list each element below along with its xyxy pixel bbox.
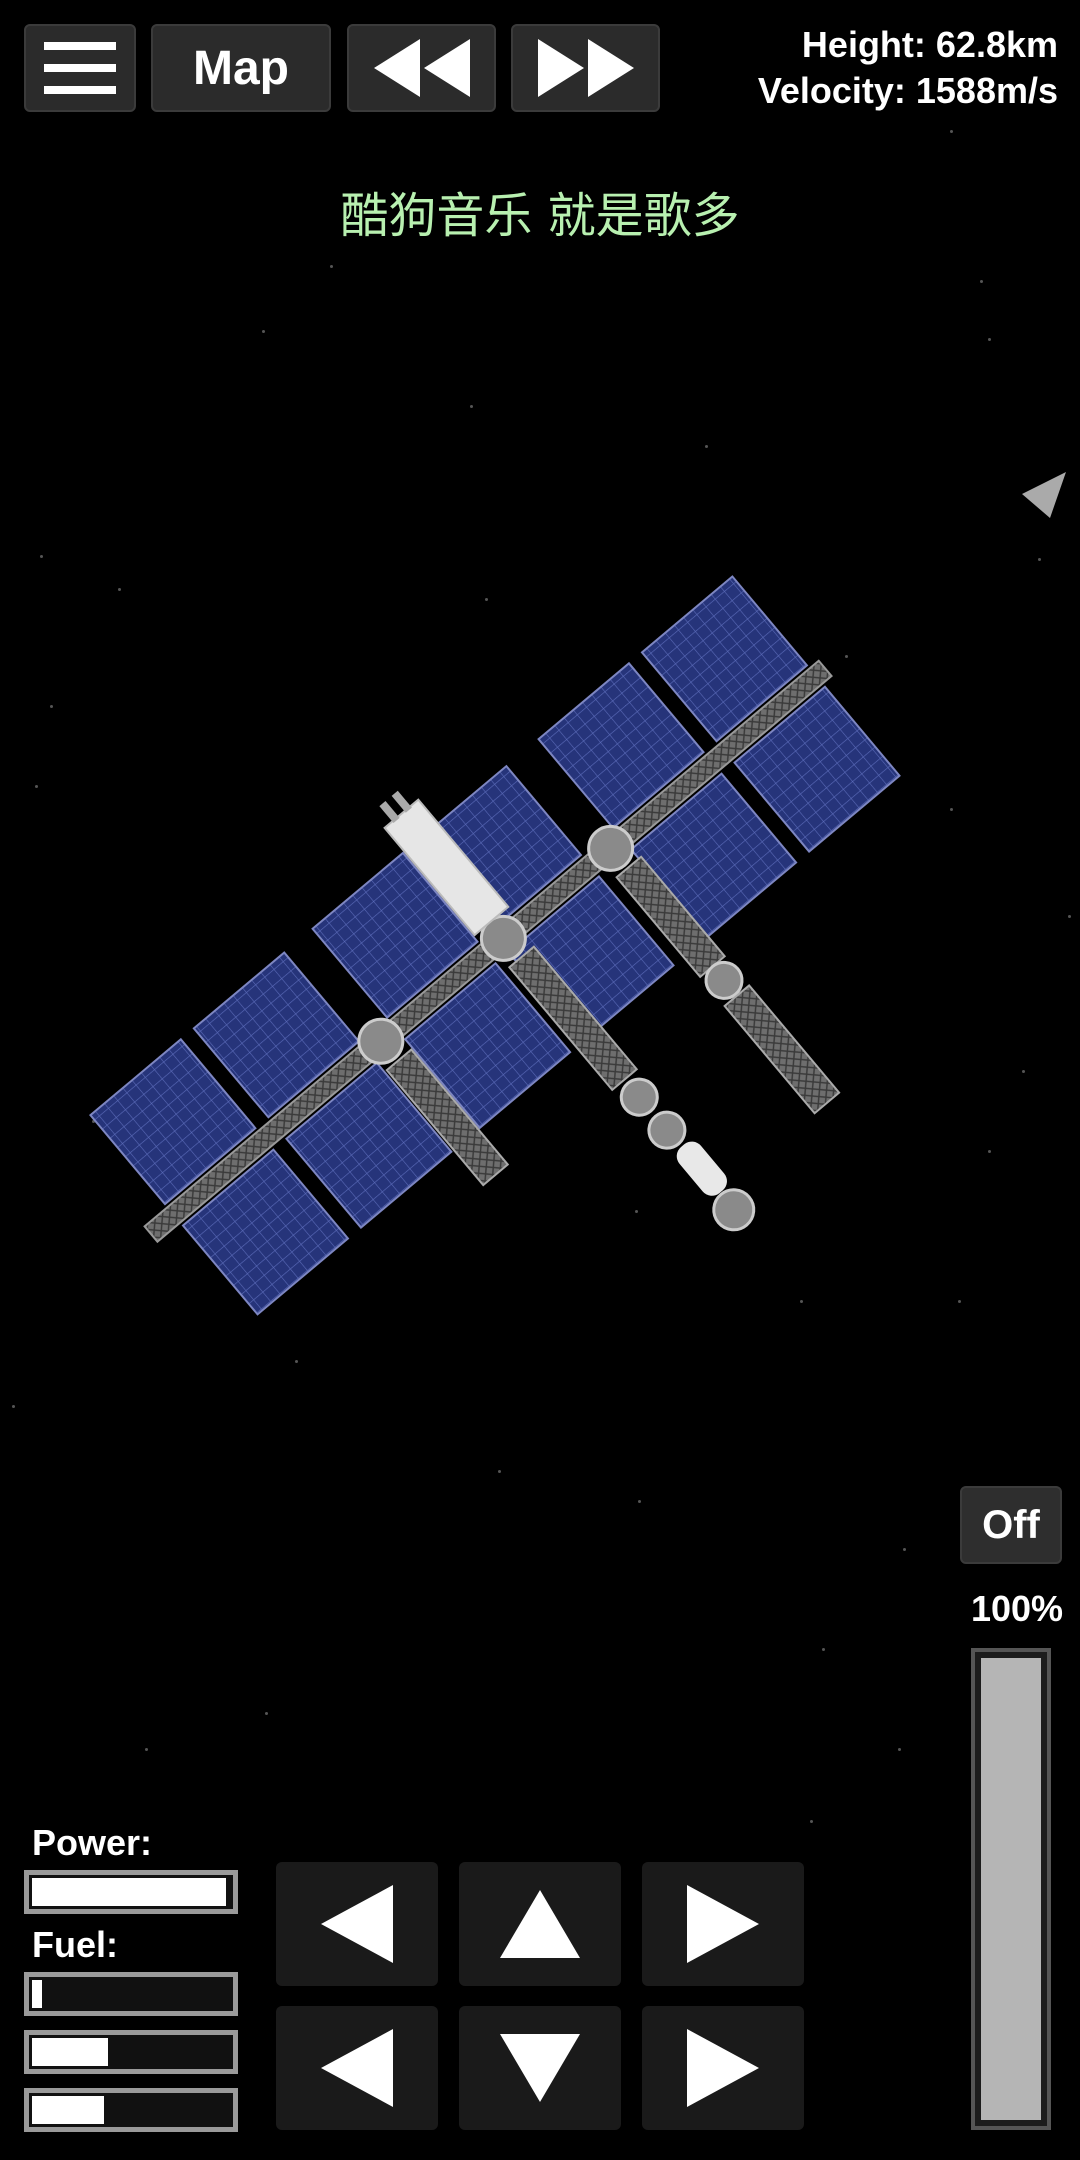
move-left-arrow-icon bbox=[321, 2029, 393, 2107]
fuel-fill-3 bbox=[32, 2096, 104, 2124]
move-right-arrow-icon bbox=[687, 2029, 759, 2107]
rotate-right-button[interactable] bbox=[642, 1862, 804, 1986]
throttle-slider[interactable] bbox=[971, 1648, 1051, 2130]
fuel-gauge-3 bbox=[24, 2088, 238, 2132]
move-left-button[interactable] bbox=[276, 2006, 438, 2130]
throttle-fill bbox=[981, 1658, 1041, 2120]
fuel-fill-1 bbox=[32, 1980, 43, 2008]
thrust-up-button[interactable] bbox=[459, 1862, 621, 1986]
space-station[interactable] bbox=[0, 0, 1080, 2160]
power-label: Power: bbox=[32, 1822, 153, 1863]
rotate-left-button[interactable] bbox=[276, 1862, 438, 1986]
thrust-up-arrow-icon bbox=[500, 1890, 580, 1958]
throttle-percent: 100% bbox=[970, 1588, 1064, 1629]
throttle-toggle-button[interactable]: Off bbox=[960, 1486, 1062, 1564]
fuel-fill-2 bbox=[32, 2038, 108, 2066]
rotate-left-arrow-icon bbox=[321, 1885, 393, 1963]
fuel-gauge-2 bbox=[24, 2030, 238, 2074]
fuel-gauge-1 bbox=[24, 1972, 238, 2016]
rotate-right-arrow-icon bbox=[687, 1885, 759, 1963]
move-right-button[interactable] bbox=[642, 2006, 804, 2130]
fuel-label: Fuel: bbox=[32, 1924, 118, 1965]
thrust-down-button[interactable] bbox=[459, 2006, 621, 2130]
power-fill bbox=[32, 1878, 226, 1906]
power-gauge bbox=[24, 1870, 238, 1914]
thrust-down-arrow-icon bbox=[500, 2034, 580, 2102]
